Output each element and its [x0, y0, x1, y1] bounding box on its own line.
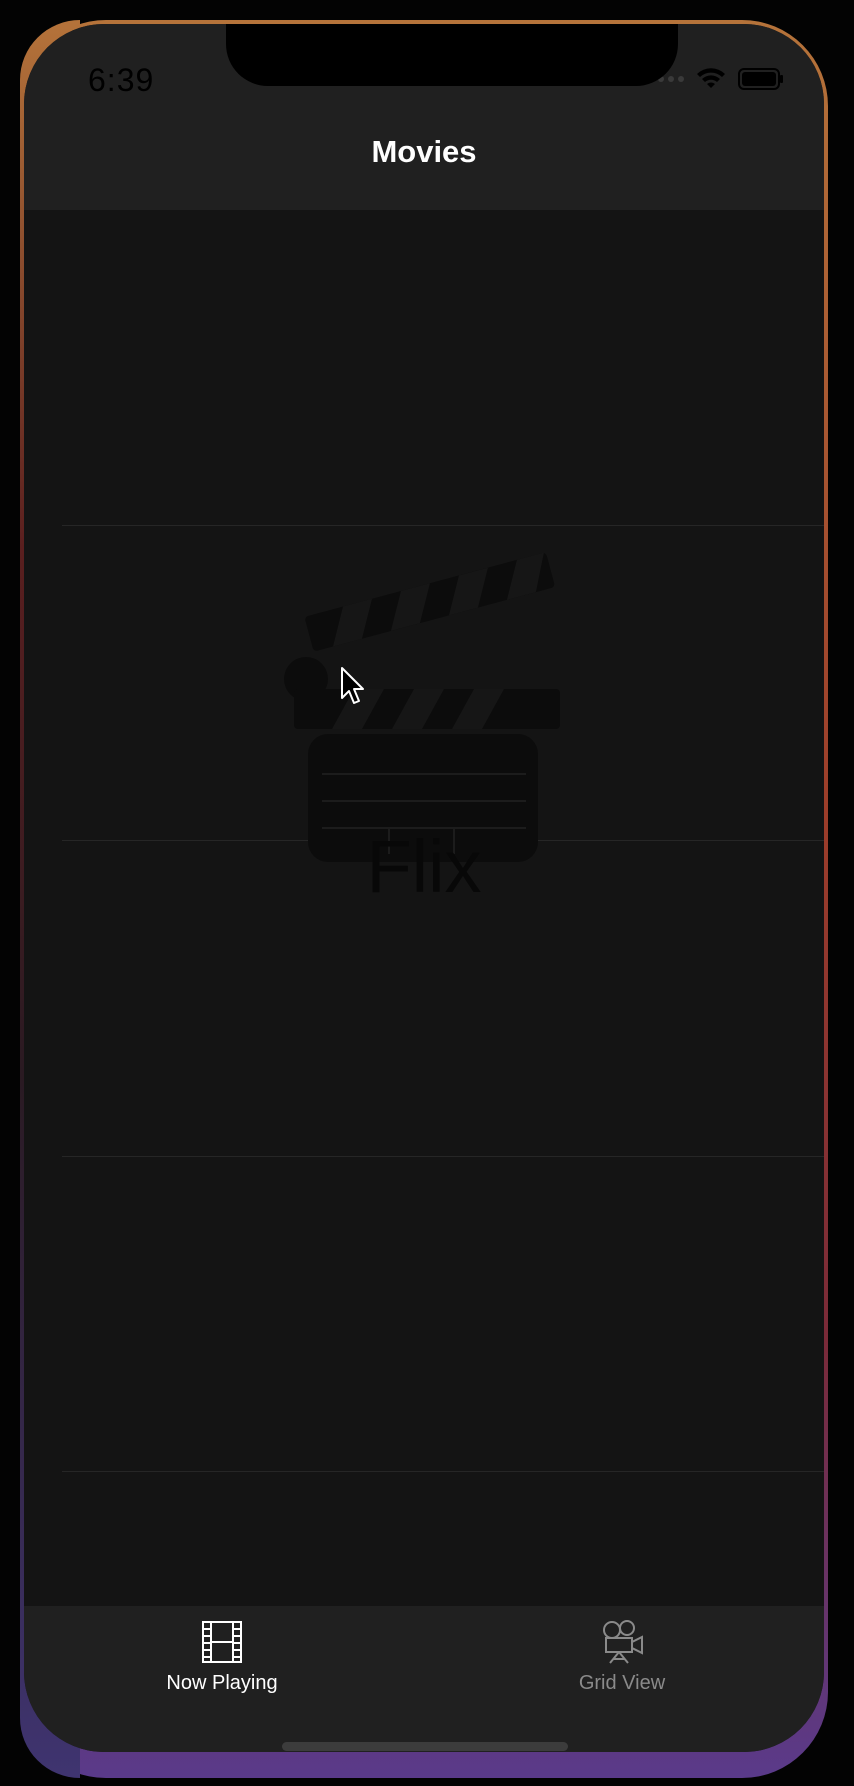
tab-label: Now Playing — [166, 1672, 278, 1694]
row-separator — [62, 1471, 824, 1472]
row-separator — [62, 525, 824, 526]
tab-bar: Now Playing Grid View — [24, 1606, 824, 1752]
home-indicator[interactable] — [282, 1742, 568, 1751]
film-strip-icon — [202, 1621, 242, 1663]
movies-list[interactable] — [24, 210, 824, 1630]
status-icons — [648, 68, 784, 90]
row-separator — [62, 1156, 824, 1157]
app-screen: 6:39 Movies Flix Now Playing Grid View — [24, 24, 824, 1752]
status-time: 6:39 — [88, 62, 155, 98]
tab-label: Grid View — [578, 1672, 666, 1694]
movie-camera-icon — [603, 1620, 643, 1664]
clapperboard-icon — [284, 552, 560, 862]
page-title: Movies — [371, 134, 477, 169]
tab-now-playing[interactable]: Now Playing — [92, 1606, 352, 1706]
splash-title: Flix — [366, 825, 482, 908]
mouse-cursor-icon — [341, 667, 364, 704]
device-notch — [226, 24, 678, 86]
tab-grid-view[interactable]: Grid View — [492, 1606, 752, 1706]
battery-icon — [738, 68, 783, 90]
device-frame: 6:39 Movies Flix Now Playing Grid View — [0, 0, 854, 1786]
navigation-bar: Movies — [24, 124, 824, 210]
wifi-icon — [697, 68, 725, 88]
